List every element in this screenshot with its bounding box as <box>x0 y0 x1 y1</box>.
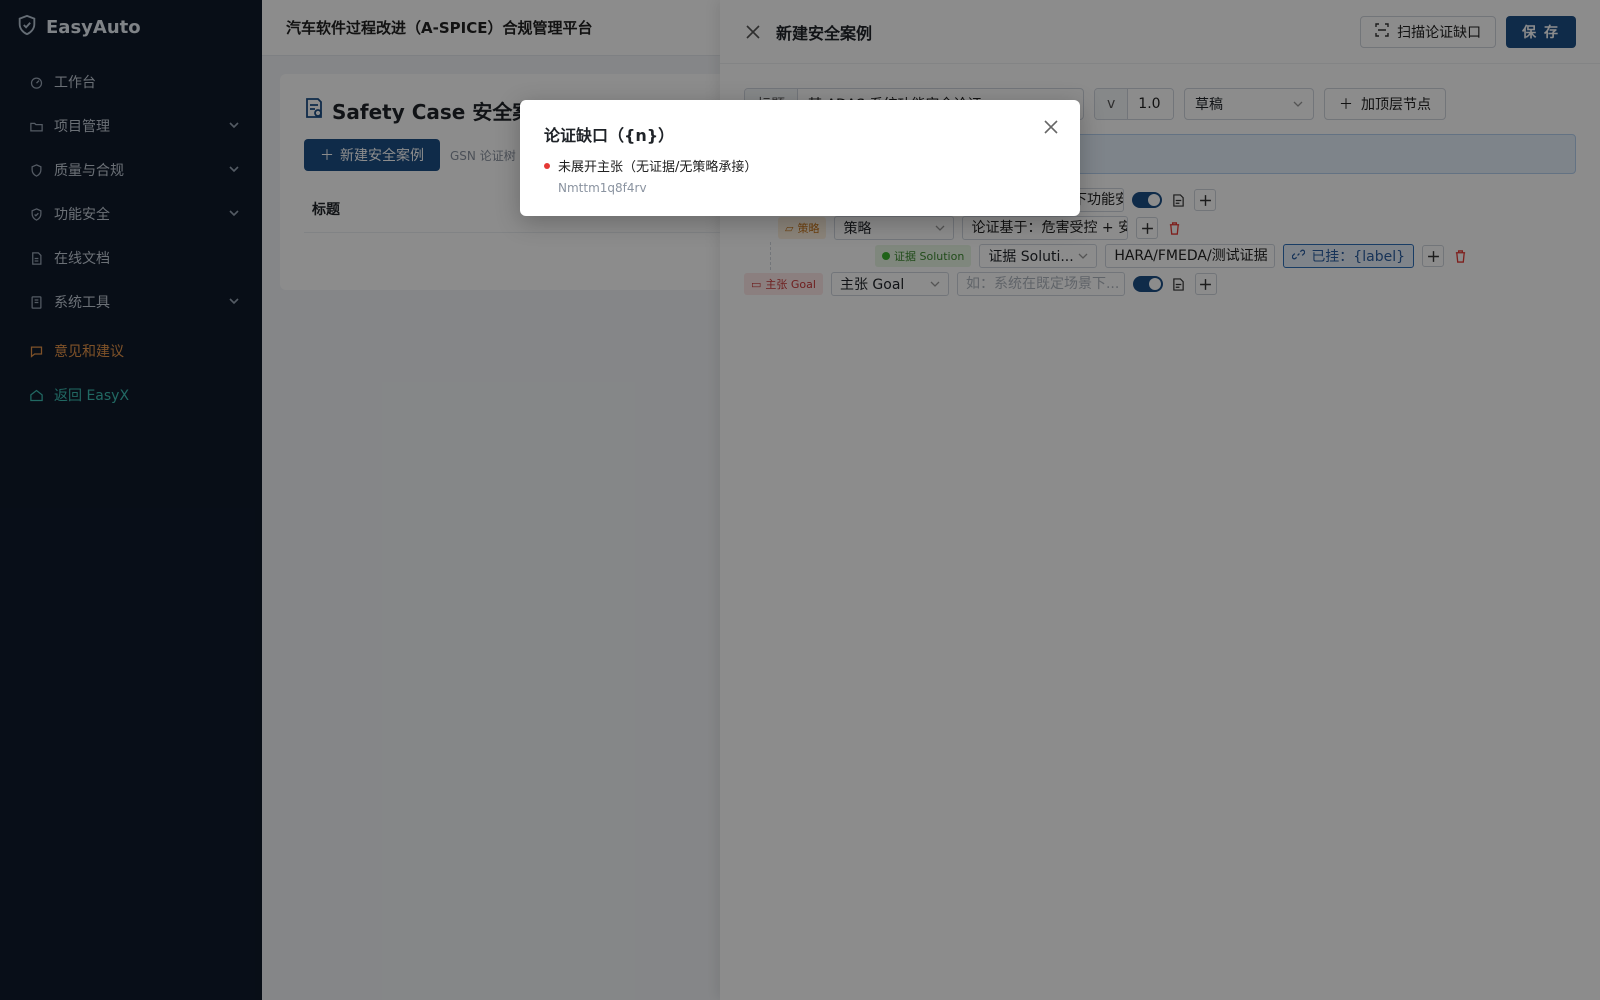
gap-item[interactable]: 未展开主张（无证据/无策略承接） <box>544 156 1056 175</box>
app-root: EasyAuto 工作台 项目管理 质量与合规 功能安全 在线文档 系统工具 意… <box>0 0 1600 1000</box>
modal-title: 论证缺口（{n}） <box>544 126 675 145</box>
argument-gaps-modal: 论证缺口（{n}） 未展开主张（无证据/无策略承接） Nmttm1q8f4rv <box>520 100 1080 216</box>
red-dot-icon <box>544 162 550 169</box>
close-icon[interactable] <box>1042 118 1060 136</box>
gap-text: 未展开主张（无证据/无策略承接） <box>558 160 758 175</box>
gap-node-id: Nmttm1q8f4rv <box>558 181 647 195</box>
